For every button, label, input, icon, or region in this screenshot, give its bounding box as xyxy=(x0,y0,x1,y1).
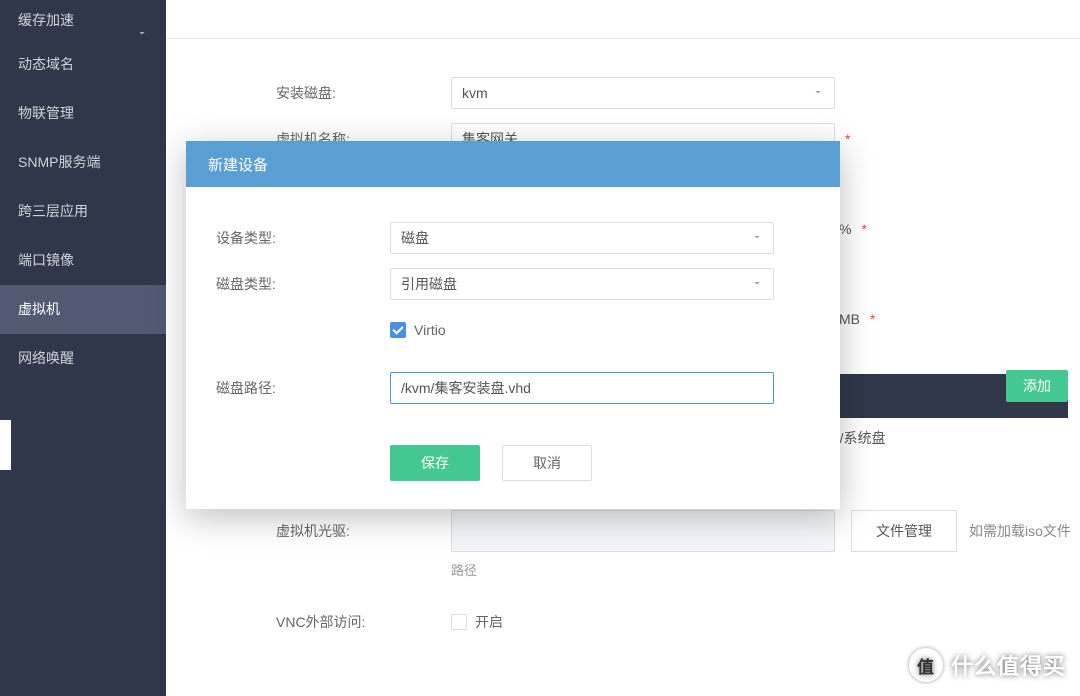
modal-title-bar: 新建设备 xyxy=(186,141,840,187)
sidebar-item-label: 网络唤醒 xyxy=(18,334,74,383)
cdrom-sublabel: 路径 xyxy=(451,560,1080,579)
required-star: * xyxy=(845,131,850,147)
cdrom-hint: 如需加载iso文件 xyxy=(969,521,1071,541)
sidebar-indicator xyxy=(0,420,11,470)
virtio-checkbox[interactable] xyxy=(390,322,406,338)
sidebar-item-wol[interactable]: 网络唤醒 xyxy=(0,334,166,383)
sidebar-item-port-mirror[interactable]: 端口镜像 xyxy=(0,236,166,285)
sidebar-item-cache[interactable]: 缓存加速 xyxy=(0,0,166,40)
sidebar: 缓存加速 动态域名 物联管理 SNMP服务端 跨三层应用 端口镜像 虚拟机 网络… xyxy=(0,0,166,696)
add-device-button[interactable]: 添加 xyxy=(1006,370,1068,402)
install-disk-value: kvm xyxy=(462,85,488,101)
sidebar-item-ddns[interactable]: 动态域名 xyxy=(0,40,166,89)
watermark-text: 什么值得买 xyxy=(951,649,1066,681)
cdrom-label: 虚拟机光驱: xyxy=(276,521,451,541)
sidebar-item-iot[interactable]: 物联管理 xyxy=(0,89,166,138)
row-disk-type: 磁盘类型: 引用磁盘 xyxy=(216,261,810,307)
chevron-down-icon xyxy=(136,14,148,26)
sidebar-item-label: 缓存加速 xyxy=(18,0,74,40)
chevron-down-icon xyxy=(751,230,763,246)
disk-path-value: /kvm/集客安装盘.vhd xyxy=(401,378,531,398)
disk-path-label: 磁盘路径: xyxy=(216,378,390,398)
sidebar-item-vm[interactable]: 虚拟机 xyxy=(0,285,166,334)
modal-title: 新建设备 xyxy=(208,154,268,175)
device-type-value: 磁盘 xyxy=(401,228,429,248)
save-button[interactable]: 保存 xyxy=(390,445,480,481)
sidebar-item-label: 端口镜像 xyxy=(18,236,74,285)
sidebar-item-layer3[interactable]: 跨三层应用 xyxy=(0,187,166,236)
percent-unit: % xyxy=(839,221,851,237)
disk-path-input[interactable]: /kvm/集客安装盘.vhd xyxy=(390,372,774,404)
row-install-disk: 安装磁盘: kvm xyxy=(166,70,1080,116)
required-star: * xyxy=(870,311,875,327)
chevron-down-icon xyxy=(751,276,763,292)
cancel-button[interactable]: 取消 xyxy=(502,445,592,481)
watermark-badge: 值 xyxy=(909,648,943,682)
row-device-type: 设备类型: 磁盘 xyxy=(216,215,810,261)
vnc-open-checkbox[interactable] xyxy=(451,614,467,630)
row-cdrom: 虚拟机光驱: 文件管理 如需加载iso文件 xyxy=(166,508,1080,554)
install-disk-select[interactable]: kvm xyxy=(451,77,835,109)
modal-body: 设备类型: 磁盘 磁盘类型: 引用磁盘 Virtio 磁盘路径: xyxy=(186,187,840,421)
new-device-modal: 新建设备 设备类型: 磁盘 磁盘类型: 引用磁盘 Virtio xyxy=(186,141,840,509)
mb-unit: MB xyxy=(839,311,860,327)
row-disk-path: 磁盘路径: /kvm/集客安装盘.vhd xyxy=(216,365,810,411)
sidebar-item-snmp[interactable]: SNMP服务端 xyxy=(0,138,166,187)
watermark: 值 什么值得买 xyxy=(909,648,1066,682)
device-type-select[interactable]: 磁盘 xyxy=(390,222,774,254)
disk-type-select[interactable]: 引用磁盘 xyxy=(390,268,774,300)
modal-footer: 保存 取消 xyxy=(186,421,840,509)
sidebar-item-label: 跨三层应用 xyxy=(18,187,88,236)
sidebar-item-label: SNMP服务端 xyxy=(18,138,100,187)
vnc-open-text: 开启 xyxy=(475,612,503,632)
row-vnc: VNC外部访问: 开启 xyxy=(166,599,1080,645)
sidebar-item-label: 动态域名 xyxy=(18,40,74,89)
required-star: * xyxy=(861,221,866,237)
cdrom-input[interactable] xyxy=(451,510,835,552)
sidebar-item-label: 虚拟机 xyxy=(18,285,60,334)
chevron-down-icon xyxy=(812,85,824,101)
virtio-label: Virtio xyxy=(414,322,446,338)
device-type-label: 设备类型: xyxy=(216,228,390,248)
disk-type-value: 引用磁盘 xyxy=(401,274,457,294)
vnc-label: VNC外部访问: xyxy=(276,612,451,632)
sidebar-item-label: 物联管理 xyxy=(18,89,74,138)
row-virtio: Virtio xyxy=(216,307,810,353)
file-manage-button[interactable]: 文件管理 xyxy=(851,510,957,552)
disk-type-label: 磁盘类型: xyxy=(216,274,390,294)
install-disk-label: 安装磁盘: xyxy=(276,83,451,103)
